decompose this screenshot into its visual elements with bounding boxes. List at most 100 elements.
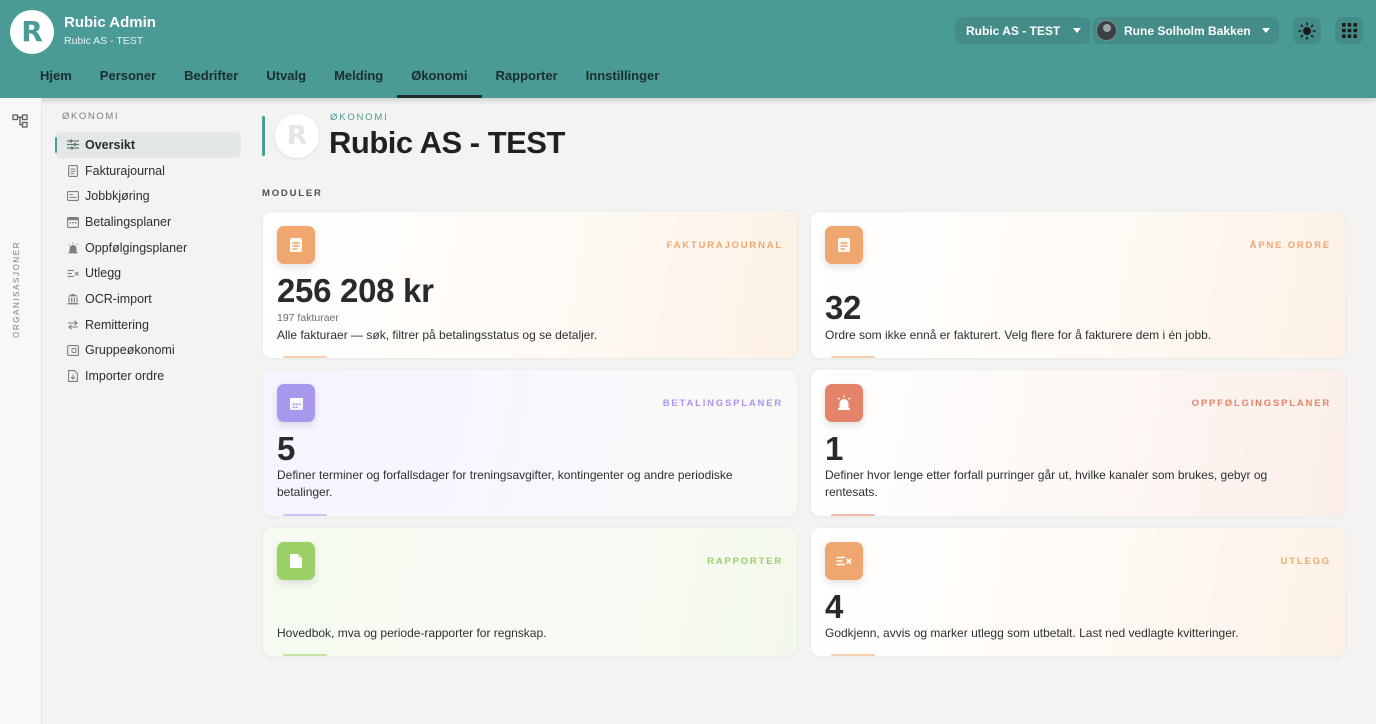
sidebar-item-label: Gruppeøkonomi: [85, 343, 175, 358]
top-bar: R Rubic Admin Rubic AS - TEST Rubic AS -…: [0, 0, 1376, 98]
bank-icon: [67, 293, 79, 305]
sidebar-item-importer-ordre[interactable]: Importer ordre: [55, 363, 241, 389]
page-kicker: ØKONOMI: [330, 112, 389, 123]
card-accent-bar: [831, 356, 875, 358]
card-tag: UTLEGG: [1280, 556, 1331, 567]
page-title: Rubic AS - TEST: [329, 125, 565, 160]
sidebar-item-utlegg[interactable]: Utlegg: [55, 260, 241, 286]
page-title-accent: [262, 116, 265, 156]
nav-item-innstillinger[interactable]: Innstillinger: [572, 60, 674, 98]
section-label: MODULER: [262, 188, 323, 199]
organizations-label: ORGANISASJONER: [12, 240, 21, 338]
card-tag: BETALINGSPLANER: [662, 398, 783, 409]
module-card-oppfolgingsplaner[interactable]: OPPFØLGINGSPLANER 1 Definer hvor lenge e…: [810, 369, 1346, 517]
sidebar-item-jobbkjoring[interactable]: Jobbkjøring: [55, 183, 241, 209]
transfer-icon: [67, 319, 79, 331]
sidebar-item-gruppeokonomi[interactable]: Gruppeøkonomi: [55, 338, 241, 364]
sidebar-item-label: Jobbkjøring: [85, 189, 150, 204]
card-value: 4: [825, 588, 844, 625]
card-accent-bar: [831, 514, 875, 516]
sidebar-item-label: Utlegg: [85, 266, 122, 281]
module-card-betalingsplaner[interactable]: BETALINGSPLANER 5 Definer terminer og fo…: [262, 369, 798, 517]
card-tag: FAKTURAJOURNAL: [666, 240, 783, 251]
org-selector-label: Rubic AS - TEST: [966, 23, 1061, 38]
sidebar-item-oversikt[interactable]: Oversikt: [55, 132, 241, 158]
app-subtitle: Rubic AS - TEST: [64, 35, 144, 47]
receipt-icon: [67, 164, 79, 177]
card-accent-bar: [283, 654, 327, 656]
chevron-down-icon: [1262, 28, 1270, 33]
organizations-rail[interactable]: ORGANISASJONER: [0, 98, 42, 724]
calendar-icon: [67, 216, 79, 228]
nav-item-bedrifter[interactable]: Bedrifter: [170, 60, 252, 98]
import-icon: [67, 370, 79, 382]
sidebar-list: Oversikt Fakturajournal Jobbkjøring Beta…: [55, 132, 241, 389]
sidebar-item-label: OCR-import: [85, 291, 152, 306]
logo-r-glyph: R: [21, 15, 43, 48]
module-card-utlegg[interactable]: UTLEGG 4 Godkjenn, avvis og marker utleg…: [810, 527, 1346, 657]
card-accent-bar: [831, 654, 875, 656]
sidebar-item-remittering[interactable]: Remittering: [55, 312, 241, 338]
card-subtext: 197 fakturaer: [277, 312, 339, 324]
receipt-icon: [825, 226, 863, 264]
nav-item-okonomi[interactable]: Økonomi: [397, 60, 482, 98]
sun-icon: [1298, 21, 1316, 40]
app-title: Rubic Admin: [64, 14, 156, 31]
card-accent-bar: [283, 356, 327, 358]
job-icon: [67, 190, 79, 202]
theme-toggle-button[interactable]: [1293, 17, 1321, 44]
nav-item-personer[interactable]: Personer: [86, 60, 170, 98]
card-tag: ÅPNE ORDRE: [1249, 240, 1331, 251]
module-card-rapporter[interactable]: RAPPORTER Hovedbok, mva og periode-rappo…: [262, 527, 798, 657]
card-description: Hovedbok, mva og periode-rapporter for r…: [277, 626, 547, 640]
sidebar-item-ocr-import[interactable]: OCR-import: [55, 286, 241, 312]
nav-item-hjem[interactable]: Hjem: [26, 60, 86, 98]
card-description: Definer terminer og forfallsdager for tr…: [277, 468, 733, 499]
card-description: Godkjenn, avvis og marker utlegg som utb…: [825, 626, 1239, 640]
wallet-icon: [67, 344, 79, 356]
nav-item-melding[interactable]: Melding: [320, 60, 397, 98]
module-card-apne-ordre[interactable]: ÅPNE ORDRE 32 Ordre som ikke ennå er fak…: [810, 211, 1346, 359]
org-tree-icon[interactable]: [12, 114, 28, 128]
card-value: 5: [277, 430, 296, 467]
sidebar-item-oppfolgingsplaner[interactable]: Oppfølgingsplaner: [55, 235, 241, 261]
sidebar-item-label: Importer ordre: [85, 369, 165, 384]
card-description: Definer hvor lenge etter forfall purring…: [825, 468, 1268, 499]
sidebar-heading: ØKONOMI: [62, 111, 120, 122]
sidebar-item-betalingsplaner[interactable]: Betalingsplaner: [55, 209, 241, 235]
sidebar-item-label: Remittering: [85, 317, 149, 332]
calendar-icon: [277, 384, 315, 422]
nav-item-rapporter[interactable]: Rapporter: [482, 60, 572, 98]
alarm-icon: [67, 242, 79, 254]
card-value: 256 208 kr: [277, 272, 434, 309]
expense-icon: [825, 542, 863, 580]
card-accent-bar: [283, 514, 327, 516]
sidebar-item-label: Oversikt: [85, 137, 136, 152]
nav-item-utvalg[interactable]: Utvalg: [252, 60, 320, 98]
user-menu[interactable]: Rune Solholm Bakken: [1093, 17, 1279, 44]
card-value: 1: [825, 430, 844, 467]
sidebar-item-fakturajournal[interactable]: Fakturajournal: [55, 158, 241, 184]
card-value: 32: [825, 289, 862, 326]
card-description: Alle fakturaer — søk, filtrer på betalin…: [277, 328, 598, 342]
sidebar-item-label: Oppfølgingsplaner: [85, 240, 188, 255]
main-nav: Hjem Personer Bedrifter Utvalg Melding Ø…: [0, 60, 673, 98]
document-icon: [277, 542, 315, 580]
card-description: Ordre som ikke ennå er fakturert. Velg f…: [825, 328, 1212, 342]
module-card-fakturajournal[interactable]: FAKTURAJOURNAL 256 208 kr 197 fakturaer …: [262, 211, 798, 359]
expense-icon: [67, 267, 79, 279]
sidebar-item-label: Betalingsplaner: [85, 214, 172, 229]
alarm-icon: [825, 384, 863, 422]
apps-button[interactable]: [1335, 17, 1363, 44]
user-name: Rune Solholm Bakken: [1124, 23, 1251, 38]
org-logo: R: [275, 114, 319, 158]
sidebar-item-label: Fakturajournal: [85, 163, 165, 178]
org-selector[interactable]: Rubic AS - TEST: [955, 17, 1090, 44]
avatar: [1096, 20, 1117, 41]
rubic-logo[interactable]: R: [10, 10, 54, 54]
grid-icon: [1341, 23, 1357, 38]
card-tag: OPPFØLGINGSPLANER: [1191, 398, 1331, 409]
receipt-icon: [277, 226, 315, 264]
card-tag: RAPPORTER: [707, 556, 783, 567]
sliders-icon: [67, 139, 79, 151]
